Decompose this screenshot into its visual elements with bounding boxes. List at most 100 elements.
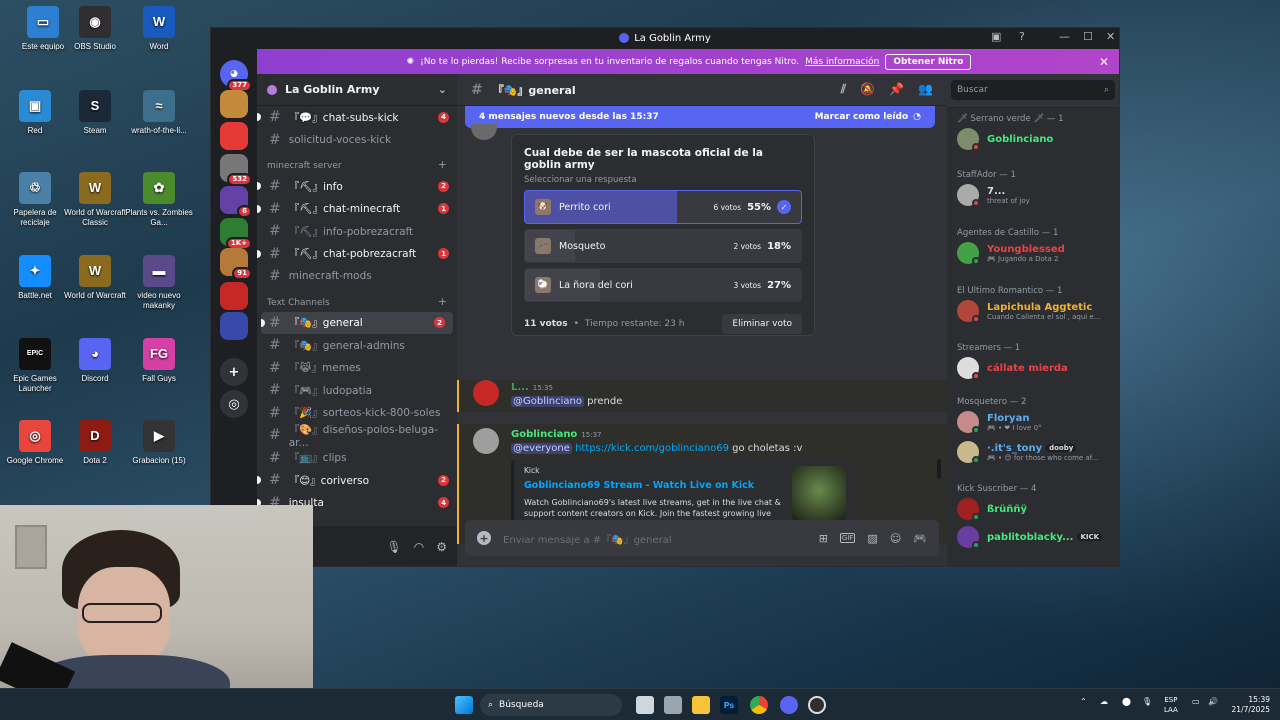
poll-option[interactable]: 🐑 La ñora del cori 3 votos 27% xyxy=(524,268,802,302)
desktop-icon[interactable]: ◕ Discord xyxy=(60,338,130,384)
add-channel-icon[interactable]: + xyxy=(438,158,447,171)
desktop-icon[interactable]: ◉ OBS Studio xyxy=(60,6,130,52)
poll-option[interactable]: 🐶 Perrito cori 6 votos 55% ✓ xyxy=(524,190,802,224)
chevron-up-icon[interactable]: ⌃ xyxy=(1080,697,1087,706)
channel-item[interactable]: # 『🎉』sorteos-kick-800-soles xyxy=(257,402,457,425)
avatar[interactable] xyxy=(471,124,497,140)
mention-everyone[interactable]: @everyone xyxy=(511,443,572,454)
member-item[interactable]: 7... threat of joy xyxy=(957,184,1030,207)
message-author[interactable]: L... xyxy=(511,382,529,393)
microphone-icon[interactable]: 🎙 xyxy=(387,540,402,554)
volume-icon[interactable]: 🔊 xyxy=(1208,697,1218,706)
avatar[interactable] xyxy=(473,380,499,406)
gif-icon[interactable]: GIF xyxy=(839,533,856,543)
activity-icon[interactable]: 🎮 xyxy=(913,532,927,545)
search-input[interactable]: Buscar xyxy=(957,85,988,95)
channel-item[interactable]: # 『🎮』ludopatia xyxy=(257,379,457,402)
photoshop-icon[interactable]: Ps xyxy=(720,696,738,714)
add-server-icon[interactable]: + xyxy=(220,358,248,386)
search-box[interactable]: Buscar ⌕ xyxy=(951,80,1115,100)
gear-icon[interactable]: ⚙ xyxy=(436,540,447,554)
headphones-icon[interactable]: ◠ xyxy=(414,540,424,554)
member-item[interactable]: Lapichula Aggtetic Cuando Calienta el sol… xyxy=(957,300,1100,323)
server-icon[interactable] xyxy=(220,122,248,150)
message-link[interactable]: https://kick.com/goblinciano69 xyxy=(575,443,729,454)
task-view-icon[interactable] xyxy=(636,696,654,714)
desktop-icon[interactable]: ≈ wrath-of-the-li... xyxy=(124,90,194,136)
new-messages-bar[interactable]: 4 mensajes nuevos desde las 15:37 Marcar… xyxy=(465,106,935,128)
member-item[interactable]: ·.it's_tony dooby 🎮 • 😊 for those who come… xyxy=(957,441,1098,464)
channel-item[interactable]: # 『⛏』chat-pobrezacraft 1 xyxy=(257,243,457,266)
channel-item[interactable]: # 『💬』chat-subs-kick 4 xyxy=(257,106,457,129)
onedrive-icon[interactable]: ☁ xyxy=(1100,697,1108,706)
network-icon[interactable]: ⬤ xyxy=(1122,697,1131,706)
server-icon[interactable]: 532 xyxy=(220,154,252,186)
desktop-icon[interactable]: S Steam xyxy=(60,90,130,136)
taskbar-search[interactable]: ⌕ Búsqueda xyxy=(480,694,622,716)
add-channel-icon[interactable]: + xyxy=(438,295,447,308)
channel-category[interactable]: Text Channels + xyxy=(257,288,457,312)
inbox-icon[interactable]: ▣ xyxy=(991,30,1001,43)
maximize-button[interactable]: ☐ xyxy=(1083,30,1093,43)
channel-item[interactable]: # 『😊』coriverso 2 xyxy=(257,469,457,492)
clock[interactable]: 15:39 21/7/2025 xyxy=(1228,695,1270,715)
channel-item[interactable]: # minecraft-mods xyxy=(257,265,457,288)
mention[interactable]: @Goblinciano xyxy=(511,396,584,407)
nitro-link[interactable]: Más información xyxy=(805,57,879,67)
member-item[interactable]: ßrüññÿ xyxy=(957,498,1027,521)
desktop-icon[interactable]: W World of Warcraft Classic xyxy=(60,172,130,228)
get-nitro-button[interactable]: Obtener Nitro xyxy=(885,53,972,70)
chrome-icon[interactable] xyxy=(750,696,768,714)
emoji-icon[interactable]: ☺ xyxy=(890,532,901,545)
server-icon[interactable]: 91 xyxy=(220,248,252,280)
channel-item[interactable]: # 『🎨』diseños-polos-beluga-ar... xyxy=(257,424,457,449)
desktop-icon[interactable]: W World of Warcraft xyxy=(60,255,130,301)
avatar[interactable] xyxy=(473,428,499,454)
channel-item[interactable]: # 『🎭』general-admins xyxy=(257,334,457,357)
discover-icon[interactable]: ◎ xyxy=(220,390,248,418)
scrollbar-thumb[interactable] xyxy=(937,459,941,479)
members-icon[interactable]: 👥 xyxy=(918,82,933,97)
close-banner-icon[interactable]: ✕ xyxy=(1099,55,1109,69)
app-icon[interactable] xyxy=(664,696,682,714)
desktop-icon[interactable]: FG Fall Guys xyxy=(124,338,194,384)
server-icon[interactable] xyxy=(220,312,248,340)
minimize-button[interactable]: — xyxy=(1059,30,1070,43)
server-icon[interactable] xyxy=(220,282,248,310)
remove-vote-button[interactable]: Eliminar voto xyxy=(722,314,802,334)
desktop-icon[interactable]: ✿ Plants vs. Zombies Ga... xyxy=(124,172,194,228)
desktop-icon[interactable]: D Dota 2 xyxy=(60,420,130,466)
poll-option[interactable]: 🦟 Mosqueto 2 votos 18% xyxy=(524,229,802,263)
threads-icon[interactable]: ⫽ xyxy=(841,82,846,97)
embed-title[interactable]: Goblinciano69 Stream - Watch Live on Kic… xyxy=(524,480,789,491)
member-item[interactable]: Goblinciano xyxy=(957,128,1053,151)
discord-icon[interactable] xyxy=(780,696,798,714)
server-icon[interactable]: 1K+ xyxy=(220,218,252,250)
sticker-icon[interactable]: ▨ xyxy=(867,532,877,545)
pin-icon[interactable]: 📌 xyxy=(889,82,904,97)
channel-item[interactable]: # 『😹』memes xyxy=(257,357,457,380)
server-icon[interactable] xyxy=(220,90,248,118)
display-icon[interactable]: ▭ xyxy=(1192,697,1200,706)
help-icon[interactable]: ? xyxy=(1019,30,1025,43)
add-attachment-icon[interactable]: + xyxy=(477,531,491,545)
member-item[interactable]: Youngblessed 🎮 Jugando a Dota 2 xyxy=(957,242,1065,265)
channel-item[interactable]: # 『⛏』chat-minecraft 1 xyxy=(257,198,457,221)
channel-item[interactable]: # 『⛏』info-pobrezacraft xyxy=(257,220,457,243)
desktop-icon[interactable]: ▶ Grabacion (15) xyxy=(124,420,194,466)
language-indicator[interactable]: ESP LAA xyxy=(1164,695,1178,715)
microphone-icon[interactable]: 🎙 xyxy=(1142,697,1152,706)
message-author[interactable]: Goblinciano xyxy=(511,429,577,440)
channel-item[interactable]: # solicitud-voces-kick xyxy=(257,129,457,152)
mute-icon[interactable]: 🔕 xyxy=(860,82,875,97)
obs-icon[interactable] xyxy=(808,696,826,714)
channel-category[interactable]: minecraft server + xyxy=(257,151,457,175)
server-icon[interactable]: 6 xyxy=(220,186,252,218)
file-explorer-icon[interactable] xyxy=(692,696,710,714)
member-item[interactable]: cállate mierda xyxy=(957,357,1068,380)
channel-item[interactable]: # 『📺』clips xyxy=(257,447,457,470)
gift-icon[interactable]: ⊞ xyxy=(819,532,828,545)
message-input[interactable]: Enviar mensaje a #『🎭』general xyxy=(503,531,672,546)
desktop-icon[interactable]: ▬ video nuevo makanky xyxy=(124,255,194,311)
channel-item[interactable]: # 『🎭』general 2 xyxy=(261,311,453,334)
